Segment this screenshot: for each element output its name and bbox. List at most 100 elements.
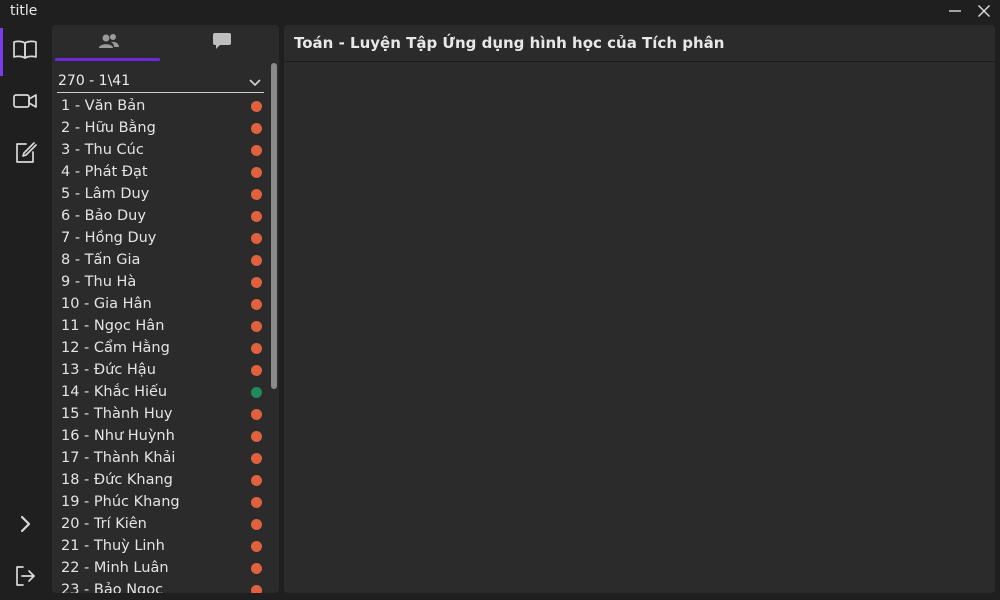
nav-lessons[interactable] bbox=[0, 26, 50, 76]
list-item[interactable]: 22 - Minh Luân bbox=[52, 558, 272, 580]
list-item[interactable]: 11 - Ngọc Hân bbox=[52, 316, 272, 338]
nav-rail bbox=[0, 24, 50, 600]
status-dot bbox=[251, 387, 262, 398]
status-dot bbox=[251, 277, 262, 288]
student-name: 1 - Văn Bản bbox=[61, 98, 146, 114]
student-name: 21 - Thuỳ Linh bbox=[61, 538, 165, 554]
status-dot bbox=[251, 365, 262, 376]
list-item[interactable]: 5 - Lâm Duy bbox=[52, 184, 272, 206]
student-name: 10 - Gia Hân bbox=[61, 296, 152, 312]
status-dot bbox=[251, 541, 262, 552]
student-name: 19 - Phúc Khang bbox=[61, 494, 180, 510]
tab-participants[interactable] bbox=[55, 25, 163, 61]
status-dot bbox=[251, 343, 262, 354]
status-dot bbox=[251, 189, 262, 200]
chat-icon bbox=[212, 32, 232, 55]
list-item[interactable]: 13 - Đức Hậu bbox=[52, 360, 272, 382]
student-list: 1 - Văn Bản 2 - Hữu Bằng 3 - Thu Cúc 4 - Ph… bbox=[52, 96, 272, 593]
chevron-down-icon bbox=[248, 74, 262, 93]
status-dot bbox=[251, 145, 262, 156]
list-item[interactable]: 19 - Phúc Khang bbox=[52, 492, 272, 514]
list-item[interactable]: 2 - Hữu Bằng bbox=[52, 118, 272, 140]
status-dot bbox=[251, 563, 262, 574]
book-icon bbox=[12, 38, 38, 64]
student-name: 11 - Ngọc Hân bbox=[61, 318, 165, 334]
edit-icon bbox=[13, 141, 37, 169]
status-dot bbox=[251, 497, 262, 508]
status-dot bbox=[251, 101, 262, 112]
status-dot bbox=[251, 475, 262, 486]
scrollbar-thumb[interactable] bbox=[271, 63, 277, 389]
list-item[interactable]: 15 - Thành Huy bbox=[52, 404, 272, 426]
list-item[interactable]: 17 - Thành Khải bbox=[52, 448, 272, 470]
users-icon bbox=[98, 32, 120, 54]
list-item[interactable]: 6 - Bảo Duy bbox=[52, 206, 272, 228]
list-item[interactable]: 21 - Thuỳ Linh bbox=[52, 536, 272, 558]
list-item[interactable]: 10 - Gia Hân bbox=[52, 294, 272, 316]
lesson-title: Toán - Luyện Tập Ứng dụng hình học của T… bbox=[294, 34, 725, 52]
list-item[interactable]: 9 - Thu Hà bbox=[52, 272, 272, 294]
list-item[interactable]: 23 - Bảo Ngọc bbox=[52, 580, 272, 593]
status-dot bbox=[251, 519, 262, 530]
video-icon bbox=[12, 91, 38, 115]
status-dot bbox=[251, 585, 262, 593]
close-icon bbox=[977, 3, 991, 22]
student-name: 23 - Bảo Ngọc bbox=[61, 582, 164, 593]
student-name: 7 - Hồng Duy bbox=[61, 230, 157, 246]
nav-exercises[interactable] bbox=[0, 130, 50, 180]
status-dot bbox=[251, 255, 262, 266]
sidebar-panel: 270 - 1\41 1 - Văn Bản 2 - Hữu Bằng 3 - Th… bbox=[52, 25, 279, 593]
logout-button[interactable] bbox=[0, 553, 50, 600]
student-name: 8 - Tấn Gia bbox=[61, 252, 141, 268]
status-dot bbox=[251, 167, 262, 178]
student-name: 16 - Như Huỳnh bbox=[61, 428, 175, 444]
list-item[interactable]: 14 - Khắc Hiếu bbox=[52, 382, 272, 404]
list-item[interactable]: 4 - Phát Đạt bbox=[52, 162, 272, 184]
sidebar-tabs bbox=[52, 25, 279, 61]
student-name: 13 - Đức Hậu bbox=[61, 362, 156, 378]
class-selector-value: 270 - 1\41 bbox=[58, 73, 131, 89]
title-bar: title bbox=[0, 0, 1000, 24]
status-dot bbox=[251, 233, 262, 244]
status-dot bbox=[251, 453, 262, 464]
student-name: 20 - Trí Kiên bbox=[61, 516, 147, 532]
close-button[interactable] bbox=[974, 2, 994, 22]
list-item[interactable]: 1 - Văn Bản bbox=[52, 96, 272, 118]
content-panel: Toán - Luyện Tập Ứng dụng hình học của T… bbox=[284, 25, 995, 593]
list-item[interactable]: 16 - Như Huỳnh bbox=[52, 426, 272, 448]
student-name: 5 - Lâm Duy bbox=[61, 186, 150, 202]
window-title: title bbox=[10, 3, 38, 19]
student-name: 6 - Bảo Duy bbox=[61, 208, 146, 224]
student-name: 22 - Minh Luân bbox=[61, 560, 169, 576]
student-name: 2 - Hữu Bằng bbox=[61, 120, 156, 136]
student-name: 14 - Khắc Hiếu bbox=[61, 384, 168, 400]
list-item[interactable]: 7 - Hồng Duy bbox=[52, 228, 272, 250]
tab-chat[interactable] bbox=[168, 25, 276, 61]
logout-icon bbox=[13, 564, 37, 592]
student-name: 12 - Cẩm Hằng bbox=[61, 340, 170, 356]
chevron-right-icon bbox=[17, 515, 33, 537]
student-name: 4 - Phát Đạt bbox=[61, 164, 148, 180]
content-header: Toán - Luyện Tập Ứng dụng hình học của T… bbox=[284, 25, 995, 62]
student-name: 9 - Thu Hà bbox=[61, 274, 137, 290]
list-item[interactable]: 18 - Đức Khang bbox=[52, 470, 272, 492]
student-name: 3 - Thu Cúc bbox=[61, 142, 144, 158]
list-item[interactable]: 20 - Trí Kiên bbox=[52, 514, 272, 536]
expand-button[interactable] bbox=[0, 501, 50, 551]
minimize-button[interactable] bbox=[945, 2, 965, 22]
student-name: 15 - Thành Huy bbox=[61, 406, 173, 422]
class-selector[interactable]: 270 - 1\41 bbox=[57, 71, 264, 93]
student-name: 18 - Đức Khang bbox=[61, 472, 173, 488]
status-dot bbox=[251, 321, 262, 332]
minimize-icon bbox=[948, 3, 962, 22]
list-item[interactable]: 12 - Cẩm Hằng bbox=[52, 338, 272, 360]
status-dot bbox=[251, 431, 262, 442]
student-name: 17 - Thành Khải bbox=[61, 450, 176, 466]
status-dot bbox=[251, 299, 262, 310]
list-item[interactable]: 8 - Tấn Gia bbox=[52, 250, 272, 272]
list-item[interactable]: 3 - Thu Cúc bbox=[52, 140, 272, 162]
scrollbar[interactable] bbox=[271, 63, 277, 591]
status-dot bbox=[251, 211, 262, 222]
status-dot bbox=[251, 123, 262, 134]
nav-video[interactable] bbox=[0, 78, 50, 128]
